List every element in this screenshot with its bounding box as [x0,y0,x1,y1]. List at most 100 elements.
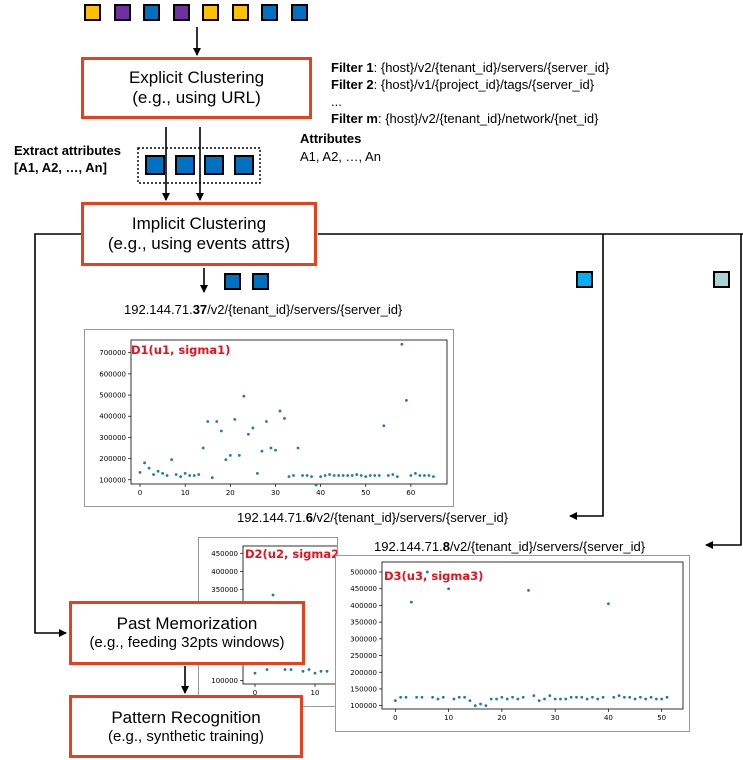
data-point [596,697,600,701]
data-point [251,426,255,430]
data-point [143,461,146,465]
data-point [271,593,275,597]
data-point [418,474,422,477]
data-point [395,475,399,478]
y-tick-label: 700000 [99,349,126,357]
data-point [188,474,192,477]
url-2-prefix: 192.144.71. [237,510,306,525]
data-point [323,474,327,477]
data-point [138,470,142,474]
data-point [665,695,669,699]
y-tick-label: 100000 [350,702,377,710]
data-point [278,409,282,413]
data-point [256,472,259,475]
data-point [170,458,174,462]
scatter-plot-d1-svg: 100000 200000 300000 400000 500000 600000 7000… [99,339,448,497]
data-point [325,669,329,673]
url-cluster-3: 192.144.71.8/v2/{tenant_id}/servers/{ser… [374,539,645,554]
y-tick-label: 350000 [211,586,238,594]
x-tick-label: 20 [497,714,506,722]
data-point [310,475,313,478]
data-point [559,697,562,701]
filter-2-pattern: : {host}/v1/{project_id}/tags/{server_id… [373,77,595,92]
x-tick-label: 50 [361,489,370,497]
url-1-suffix: /v2/{tenant_id}/servers/{server_id} [207,302,403,317]
plot-title: D1(u1, sigma1) [131,343,230,357]
data-point [420,695,424,699]
y-tick-label: 350000 [350,619,377,627]
data-point [292,474,295,477]
data-point [505,697,509,701]
x-tick-label: 50 [657,714,666,722]
data-point [269,446,273,450]
explicit-clustering-title: Explicit Clustering [128,68,265,87]
data-point [319,475,322,478]
input-event-square [261,4,278,21]
url-cluster-2: 192.144.71.6/v2/{tenant_id}/servers/{ser… [237,510,508,525]
attribute-square [233,155,254,175]
input-event-square [143,4,160,21]
data-point [468,699,472,703]
arrow-implicit-to-past [34,233,81,637]
data-point [489,697,493,701]
data-point [161,472,164,475]
extract-attributes-label: Extract attributes [14,143,121,158]
data-point [564,697,568,701]
filter-1-label: Filter 1 [331,60,374,75]
filter-1-pattern: : {host}/v2/{tenant_id}/servers/{server_… [373,60,610,75]
filter-2: Filter 2: {host}/v1/{project_id}/tags/{s… [331,77,609,92]
data-point [457,695,461,699]
data-point [548,694,552,698]
data-point [260,449,264,453]
data-point [283,416,286,420]
data-point [569,695,573,699]
data-point [287,475,291,478]
y-tick-label: 600000 [99,370,126,378]
data-point [301,474,304,477]
data-point [622,695,626,699]
plot-title: D3(u3, sigma3) [384,569,483,583]
data-point [447,587,450,591]
data-point [265,420,268,423]
data-point [521,695,525,699]
data-point [633,697,637,701]
plot-axes-frame [130,339,448,485]
data-point [156,469,160,473]
cluster1-square-a [224,273,241,290]
cluster2-square [576,271,593,288]
data-point [328,473,332,476]
data-point [165,474,169,477]
data-point [431,695,435,699]
data-point [355,473,359,476]
data-point [377,474,381,477]
data-point [638,695,642,699]
data-point [500,695,504,699]
x-tick-label: 40 [316,489,325,497]
data-point [654,697,658,701]
data-point [373,474,377,477]
y-tick-label: 100000 [99,476,126,484]
data-point [307,668,311,671]
input-event-square [231,4,249,21]
cluster3-square [713,271,730,288]
data-point [174,473,178,476]
implicit-clustering-title: Implicit Clustering [131,214,267,233]
implicit-clustering-box: Implicit Clustering (e.g., using events … [81,202,317,266]
data-point [537,699,541,703]
y-tick-label: 200000 [99,455,126,463]
data-point [283,668,287,671]
x-tick-label: 10 [181,489,190,497]
data-point [484,704,488,708]
data-point [359,474,363,477]
y-tick-label: 150000 [350,685,377,693]
plot-axes-frame [381,561,684,710]
data-point [617,694,621,698]
attribute-square [174,155,195,175]
attribute-square [145,155,165,175]
data-point [391,473,395,476]
pattern-recognition-title: Pattern Recognition [111,707,261,727]
data-point [301,669,305,673]
attributes-title: Attributes [300,131,362,146]
url-2-host: 6 [305,510,313,525]
data-point [147,466,151,470]
